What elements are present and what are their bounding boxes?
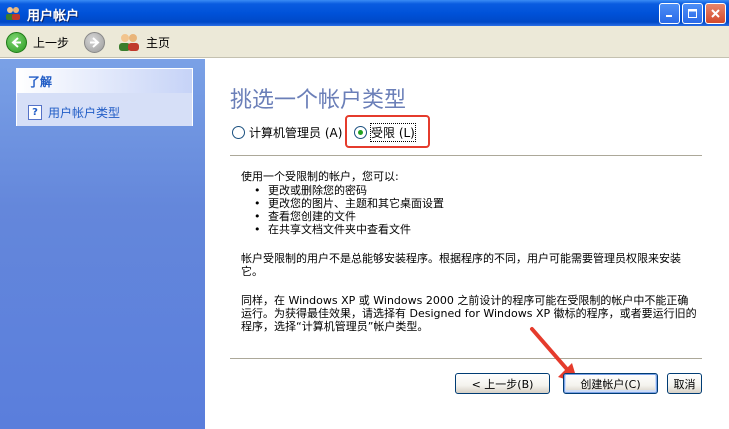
sidebar-item-account-types[interactable]: ? 用户帐户类型 [17, 93, 192, 126]
description-install-note: 帐户受限制的用户不是总能够安装程序。根据程序的不同，用户可能需要管理员权限来安装… [241, 252, 681, 278]
back-button[interactable]: 上一步 [6, 30, 69, 54]
cancel-button[interactable]: 取消 [667, 373, 702, 394]
sidebar: 了解 ? 用户帐户类型 [0, 59, 205, 429]
divider [230, 155, 702, 156]
users-home-icon [119, 34, 139, 51]
learn-panel-header: 了解 [17, 69, 192, 93]
back-label: 上一步 [33, 35, 70, 50]
radio-circle [232, 125, 245, 139]
list-item: 更改您的图片、主题和其它桌面设置 [254, 197, 444, 210]
title-bar: 用户帐户 [0, 0, 729, 26]
home-button[interactable]: 主页 [118, 30, 170, 54]
description-compat-note: 同样，在 Windows XP 或 Windows 2000 之前设计的程序可能… [241, 294, 697, 333]
radio-administrator-label: 计算机管理员 (A) [249, 125, 343, 140]
window-title: 用户帐户 [27, 9, 80, 24]
maximize-button[interactable] [682, 3, 703, 24]
home-label: 主页 [146, 35, 171, 50]
learn-panel: 了解 ? 用户帐户类型 [16, 68, 193, 126]
description-intro: 使用一个受限制的帐户，您可以: [241, 170, 399, 183]
page-title: 挑选一个帐户类型 [230, 88, 407, 113]
radio-administrator[interactable]: 计算机管理员 (A) [232, 122, 342, 142]
help-icon: ? [28, 105, 42, 120]
list-item: 更改或删除您的密码 [254, 184, 444, 197]
forward-arrow-icon [84, 31, 105, 53]
users-icon [6, 7, 20, 20]
annotation-highlight-box [345, 115, 430, 148]
close-button[interactable] [705, 3, 726, 24]
close-icon [711, 9, 720, 18]
back-step-button[interactable]: < 上一步(B) [455, 373, 550, 394]
minimize-icon [666, 15, 672, 17]
maximize-icon [688, 9, 697, 18]
forward-button[interactable] [84, 30, 105, 54]
sidebar-item-label: 用户帐户类型 [48, 106, 121, 120]
list-item: 查看您创建的文件 [254, 210, 444, 223]
divider [230, 358, 702, 359]
minimize-button[interactable] [659, 3, 680, 24]
back-arrow-icon [6, 31, 27, 53]
permissions-list: 更改或删除您的密码 更改您的图片、主题和其它桌面设置 查看您创建的文件 在共享文… [254, 184, 444, 236]
create-account-button[interactable]: 创建帐户(C) [563, 373, 658, 394]
toolbar: 上一步 主页 [0, 26, 729, 58]
list-item: 在共享文档文件夹中查看文件 [254, 223, 444, 236]
